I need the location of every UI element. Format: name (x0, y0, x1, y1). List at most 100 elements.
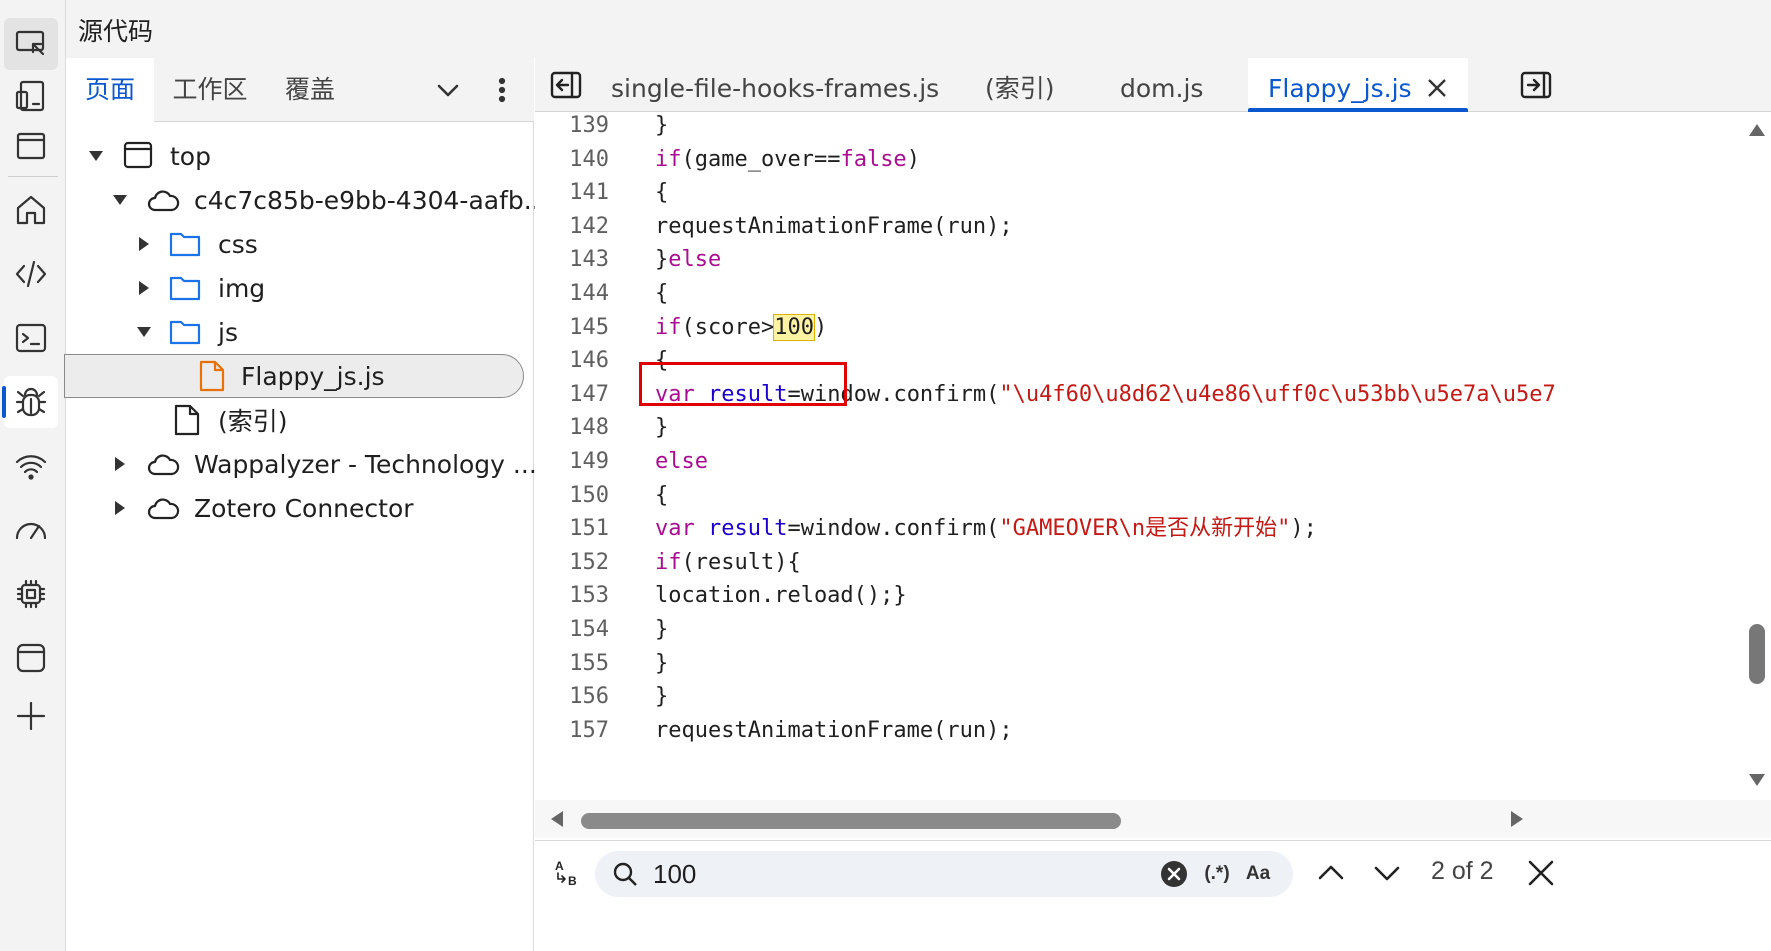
match-case-button[interactable]: Aa (1243, 861, 1273, 887)
replace-toggle-button[interactable]: A B (547, 853, 587, 893)
code-area[interactable]: 139} 140 if(game_over==false) 141{142 reques… (535, 112, 1771, 800)
code-line[interactable]: 144 { (535, 277, 1771, 311)
application-button[interactable] (4, 632, 58, 684)
clear-search-button[interactable] (1161, 861, 1187, 887)
performance-button[interactable] (4, 504, 58, 556)
code-line[interactable]: 141 { (535, 176, 1771, 210)
window-button[interactable] (4, 120, 58, 172)
code-line[interactable]: 154} (535, 613, 1771, 647)
scroll-left-arrow-icon[interactable] (551, 811, 563, 827)
vertical-scrollbar[interactable] (1741, 112, 1771, 800)
tab-page[interactable]: 页面 (66, 58, 154, 122)
console-button[interactable] (4, 312, 58, 364)
previous-match-button[interactable] (1311, 853, 1351, 893)
line-number[interactable]: 154 (535, 613, 609, 647)
tab-workspace[interactable]: 工作区 (162, 58, 258, 122)
more-tools-button[interactable] (4, 690, 58, 742)
code-line[interactable]: 157 requestAnimationFrame(run); (535, 714, 1771, 748)
tree-item-extension[interactable]: c4c7c85b-e9bb-4304-aafb... (66, 178, 548, 222)
tree-item-wappalyzer[interactable]: Wappalyzer - Technology ... (66, 442, 537, 486)
line-number[interactable]: 143 (535, 243, 609, 277)
code-line[interactable]: 152 if(result){ (535, 546, 1771, 580)
collapsed-arrow-icon[interactable] (110, 454, 130, 474)
line-number[interactable]: 141 (535, 176, 609, 210)
tab-single-file-hooks[interactable]: single-file-hooks-frames.js (611, 58, 939, 112)
line-number[interactable]: 145 (535, 311, 609, 345)
collapsed-arrow-icon[interactable] (110, 498, 130, 518)
device-emulation-button[interactable] (4, 70, 58, 122)
regex-toggle-button[interactable]: (.*) (1199, 861, 1235, 887)
code-line[interactable]: 153 location.reload();} (535, 579, 1771, 613)
tree-item-flappy-js[interactable]: Flappy_js.js (64, 354, 524, 398)
expanded-arrow-icon[interactable] (86, 146, 106, 166)
js-file-icon (195, 359, 229, 393)
inspect-button[interactable] (4, 18, 58, 70)
code-line[interactable]: 139} (535, 112, 1771, 143)
device-icon (15, 80, 45, 112)
code-line[interactable]: 148} (535, 411, 1771, 445)
line-number[interactable]: 140 (535, 143, 609, 177)
next-match-button[interactable] (1367, 853, 1407, 893)
tree-item-css[interactable]: css (66, 222, 534, 266)
collapsed-arrow-icon[interactable] (134, 278, 154, 298)
collapsed-arrow-icon[interactable] (134, 234, 154, 254)
code-line[interactable]: 155} (535, 647, 1771, 681)
toggle-navigator-button[interactable] (549, 68, 583, 102)
line-number[interactable]: 149 (535, 445, 609, 479)
line-number[interactable]: 151 (535, 512, 609, 546)
line-number[interactable]: 144 (535, 277, 609, 311)
memory-button[interactable] (4, 568, 58, 620)
expanded-arrow-icon[interactable] (110, 190, 130, 210)
line-number[interactable]: 142 (535, 210, 609, 244)
line-number[interactable]: 147 (535, 378, 609, 412)
line-number[interactable]: 139 (535, 112, 609, 143)
tab-flappy-js[interactable]: Flappy_js.js (1248, 58, 1468, 112)
welcome-button[interactable] (4, 184, 58, 236)
code-token: "\u4f60\u8d62\u4e86\uff0c\u53bb\u5e7a\u5… (999, 381, 1556, 407)
line-number[interactable]: 146 (535, 344, 609, 378)
horizontal-scroll-thumb[interactable] (581, 813, 1121, 829)
vertical-scroll-thumb[interactable] (1749, 624, 1765, 684)
code-line[interactable]: 142 requestAnimationFrame(run); (535, 210, 1771, 244)
scroll-right-arrow-icon[interactable] (1511, 811, 1523, 827)
tree-item-label: c4c7c85b-e9bb-4304-aafb... (194, 185, 548, 215)
elements-button[interactable] (4, 248, 58, 300)
horizontal-scrollbar[interactable] (535, 800, 1771, 838)
close-search-button[interactable] (1521, 853, 1561, 893)
tree-item-index[interactable]: (索引) (66, 398, 534, 442)
code-line[interactable]: 143}else (535, 243, 1771, 277)
expanded-arrow-icon[interactable] (134, 322, 154, 342)
more-tabs-button[interactable] (430, 72, 466, 108)
line-number[interactable]: 157 (535, 714, 609, 748)
line-number[interactable]: 153 (535, 579, 609, 613)
tree-item-img[interactable]: img (66, 266, 534, 310)
code-token: requestAnimationFrame(run); (655, 213, 1013, 239)
sources-button[interactable] (2, 376, 58, 428)
navigator-menu-button[interactable] (484, 72, 520, 108)
tab-overrides[interactable]: 覆盖 (270, 58, 350, 122)
tab-index[interactable]: (索引) (985, 58, 1055, 112)
close-tab-button[interactable] (1426, 60, 1448, 97)
line-number[interactable]: 150 (535, 479, 609, 513)
toggle-debugger-button[interactable] (1519, 68, 1553, 102)
scroll-down-arrow-icon[interactable] (1749, 774, 1765, 786)
search-input[interactable] (653, 857, 1133, 891)
code-line[interactable]: 156} (535, 680, 1771, 714)
code-line[interactable]: 140 if(game_over==false) (535, 143, 1771, 177)
line-number[interactable]: 156 (535, 680, 609, 714)
code-line[interactable]: 149 else (535, 445, 1771, 479)
line-number[interactable]: 155 (535, 647, 609, 681)
cloud-icon (146, 183, 180, 217)
code-line[interactable]: 145 if(score>100) (535, 311, 1771, 345)
scroll-up-arrow-icon[interactable] (1749, 124, 1765, 136)
tree-item-zotero[interactable]: Zotero Connector (66, 486, 534, 530)
tree-item-top[interactable]: top (66, 134, 534, 178)
code-line[interactable]: 151 var result=window.confirm("GAMEOVER\n… (535, 512, 1771, 546)
tree-item-js[interactable]: js (66, 310, 534, 354)
code-line[interactable]: 150 { (535, 479, 1771, 513)
tab-dom-js[interactable]: dom.js (1120, 58, 1203, 112)
network-button[interactable] (4, 440, 58, 492)
code-token: ) (906, 146, 920, 172)
line-number[interactable]: 152 (535, 546, 609, 580)
line-number[interactable]: 148 (535, 411, 609, 445)
